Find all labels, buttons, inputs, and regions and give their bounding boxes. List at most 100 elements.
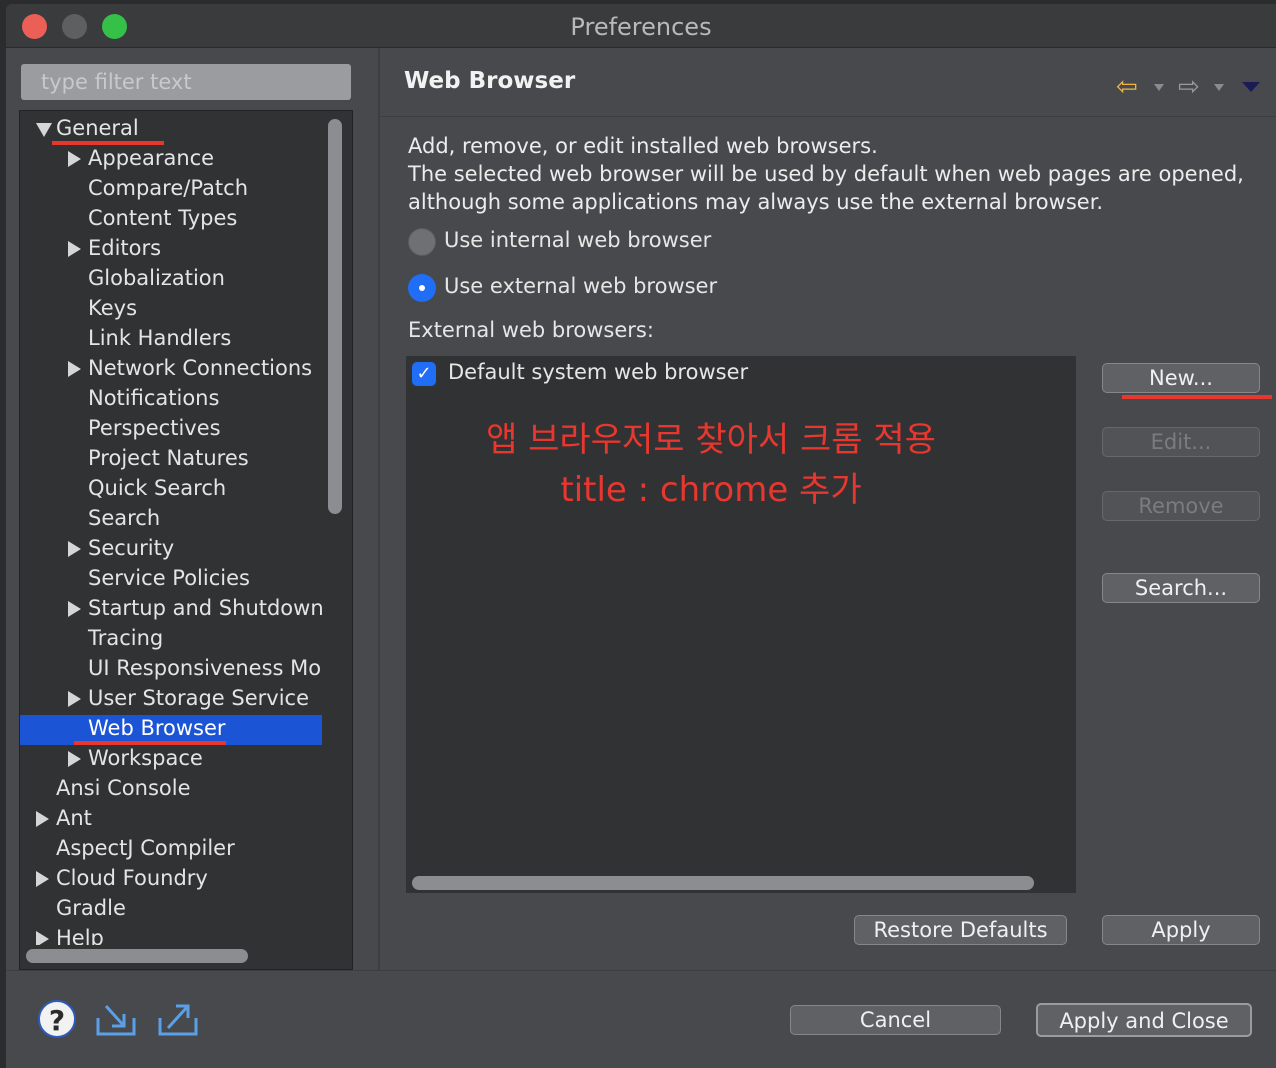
- collapse-triangle-icon[interactable]: [36, 811, 49, 827]
- edit-button[interactable]: Edit...: [1102, 427, 1260, 457]
- tree-vertical-scrollbar[interactable]: [328, 119, 342, 949]
- filter-input[interactable]: type filter text: [21, 64, 351, 100]
- restore-defaults-button[interactable]: Restore Defaults: [854, 915, 1067, 945]
- arrow-right-icon[interactable]: ⇨: [1178, 72, 1200, 102]
- title-bar: Preferences: [6, 4, 1276, 48]
- list-item-label: Default system web browser: [448, 360, 749, 384]
- description-line: The selected web browser will be used by…: [408, 162, 1244, 186]
- radio-internal-indicator[interactable]: [408, 228, 436, 256]
- tree-item-cloud-foundry[interactable]: Cloud Foundry: [20, 865, 322, 895]
- radio-external-indicator[interactable]: [408, 274, 436, 302]
- tree-item-ant[interactable]: Ant: [20, 805, 322, 835]
- cancel-button[interactable]: Cancel: [790, 1005, 1001, 1035]
- tree-item-service-policies[interactable]: Service Policies: [20, 565, 322, 595]
- tree-item-label: Appearance: [88, 146, 215, 170]
- tree-item-content-types[interactable]: Content Types: [20, 205, 322, 235]
- tree-item-security[interactable]: Security: [20, 535, 322, 565]
- description-line: although some applications may always us…: [408, 190, 1104, 214]
- tree-item-tracing[interactable]: Tracing: [20, 625, 322, 655]
- tree-item-link-handlers[interactable]: Link Handlers: [20, 325, 322, 355]
- list-item[interactable]: ✓ Default system web browser: [406, 356, 1066, 390]
- tree-item-help[interactable]: Help: [20, 925, 322, 945]
- collapse-triangle-icon[interactable]: [68, 241, 81, 257]
- tree-item-label: Compare/Patch: [88, 176, 249, 200]
- arrow-left-icon[interactable]: ⇦: [1116, 72, 1138, 102]
- tree-item-quick-search[interactable]: Quick Search: [20, 475, 322, 505]
- collapse-triangle-icon[interactable]: [68, 541, 81, 557]
- tree-item-label: Cloud Foundry: [56, 866, 208, 890]
- tree-item-gradle[interactable]: Gradle: [20, 895, 322, 925]
- footer-separator: [6, 970, 1276, 971]
- tree-item-perspectives[interactable]: Perspectives: [20, 415, 322, 445]
- collapse-triangle-icon[interactable]: [68, 751, 81, 767]
- apply-and-close-button[interactable]: Apply and Close: [1036, 1003, 1252, 1037]
- apply-button[interactable]: Apply: [1102, 915, 1260, 945]
- tree-item-compare-patch[interactable]: Compare/Patch: [20, 175, 322, 205]
- export-icon[interactable]: [156, 1000, 200, 1040]
- tree-item-workspace[interactable]: Workspace: [20, 745, 322, 775]
- tree-item-label: Notifications: [88, 386, 220, 410]
- tree-item-label: Globalization: [88, 266, 225, 290]
- tree-item-startup-and-shutdown[interactable]: Startup and Shutdown: [20, 595, 322, 625]
- tree-item-label: Perspectives: [88, 416, 221, 440]
- tree-item-aspectj-compiler[interactable]: AspectJ Compiler: [20, 835, 322, 865]
- tree-item-label: Gradle: [56, 896, 126, 920]
- collapse-triangle-icon[interactable]: [68, 151, 81, 167]
- view-menu-icon[interactable]: [1242, 82, 1260, 92]
- tree-vertical-scroll-thumb[interactable]: [328, 119, 342, 514]
- tree-item-label: Security: [88, 536, 175, 560]
- radio-external-label: Use external web browser: [444, 274, 718, 298]
- remove-button[interactable]: Remove: [1102, 491, 1260, 521]
- collapse-triangle-icon[interactable]: [68, 601, 81, 617]
- tree-item-label: Ansi Console: [56, 776, 191, 800]
- tree-item-label: Web Browser: [88, 716, 226, 740]
- page-title: Web Browser: [404, 68, 576, 94]
- help-icon[interactable]: ?: [38, 1000, 76, 1038]
- tree-item-search[interactable]: Search: [20, 505, 322, 535]
- collapse-triangle-icon[interactable]: [68, 361, 81, 377]
- annotation-line-1: 앱 브라우저로 찾아서 크롬 적용: [486, 420, 936, 460]
- tree-item-ui-responsiveness-mo[interactable]: UI Responsiveness Mo: [20, 655, 322, 685]
- tree-item-label: General: [56, 116, 139, 140]
- collapse-triangle-icon[interactable]: [36, 931, 49, 945]
- tree-item-ansi-console[interactable]: Ansi Console: [20, 775, 322, 805]
- tree-item-label: Editors: [88, 236, 162, 260]
- import-icon[interactable]: [94, 1000, 138, 1040]
- tree-item-project-natures[interactable]: Project Natures: [20, 445, 322, 475]
- collapse-triangle-icon[interactable]: [68, 691, 81, 707]
- pane-divider[interactable]: [378, 48, 380, 970]
- preferences-window: Preferences type filter text General Appe…: [6, 4, 1276, 1068]
- tree-item-label: Quick Search: [88, 476, 227, 500]
- tree-item-editors[interactable]: Editors: [20, 235, 322, 265]
- tree-item-label: Content Types: [88, 206, 238, 230]
- list-horizontal-scrollbar[interactable]: [412, 876, 1034, 890]
- header-separator: [380, 116, 1276, 117]
- tree-item-appearance[interactable]: Appearance: [20, 145, 322, 175]
- expand-triangle-icon[interactable]: [36, 123, 52, 137]
- tree-item-label: Ant: [56, 806, 92, 830]
- tree-item-notifications[interactable]: Notifications: [20, 385, 322, 415]
- window-title: Preferences: [570, 13, 712, 41]
- tree-item-web-browser[interactable]: Web Browser: [20, 715, 322, 745]
- tree-item-general[interactable]: General: [20, 115, 322, 145]
- collapse-triangle-icon[interactable]: [36, 871, 49, 887]
- tree-item-network-connections[interactable]: Network Connections: [20, 355, 322, 385]
- tree-item-label: Help: [56, 926, 104, 945]
- annotation-line-2: title : chrome 추가: [560, 470, 862, 510]
- tree-item-label: Search: [88, 506, 161, 530]
- tree-item-label: Project Natures: [88, 446, 249, 470]
- search-button[interactable]: Search...: [1102, 573, 1260, 603]
- tree-item-globalization[interactable]: Globalization: [20, 265, 322, 295]
- tree-item-keys[interactable]: Keys: [20, 295, 322, 325]
- forward-dropdown-chevron-icon[interactable]: [1214, 84, 1224, 91]
- checkbox-default-browser[interactable]: ✓: [412, 362, 436, 386]
- tree-horizontal-scrollbar[interactable]: [26, 949, 248, 963]
- tree-item-label: Service Policies: [88, 566, 250, 590]
- preferences-tree[interactable]: General Appearance Compare/Patch Content Ty…: [20, 111, 322, 945]
- external-browsers-list[interactable]: ✓ Default system web browser 앱 브라우저로 찾아서…: [406, 356, 1076, 893]
- tree-item-user-storage-service[interactable]: User Storage Service: [20, 685, 322, 715]
- new-button[interactable]: New...: [1102, 363, 1260, 393]
- tree-item-label: Workspace: [88, 746, 203, 770]
- back-dropdown-chevron-icon[interactable]: [1154, 84, 1164, 91]
- annotation-underline-new: [1122, 395, 1272, 399]
